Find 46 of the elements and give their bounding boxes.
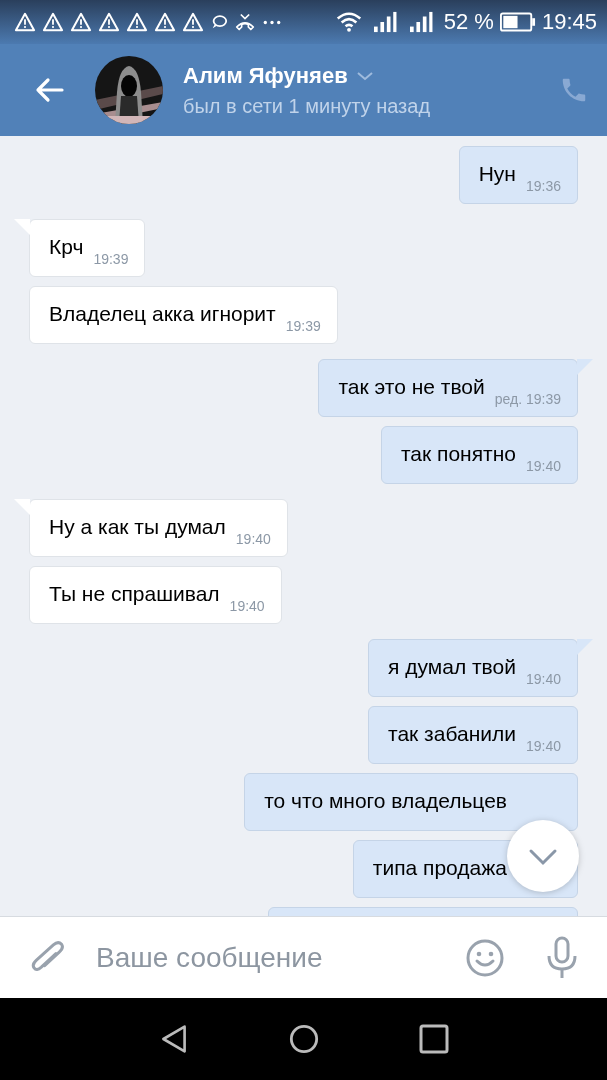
battery-percentage: 52 % [443, 9, 494, 35]
battery-icon [499, 11, 536, 33]
message-time: 19:39 [93, 251, 129, 267]
warning-icon [42, 12, 64, 32]
message-text: так забанили [388, 721, 516, 747]
message-time: 19:40 [229, 598, 265, 614]
message-text: Ты не спрашивал [49, 581, 220, 607]
chat-bubble-icon [210, 13, 228, 31]
message-text: типа продажа [372, 855, 507, 881]
message-time: 19:40 [525, 671, 561, 687]
warning-icon [126, 12, 148, 32]
wifi-icon [335, 11, 362, 33]
message-text: так это не твой [338, 374, 485, 400]
message-text: так понятно [400, 441, 516, 467]
message-text: я думал твой [388, 654, 516, 680]
message-text: Нун [478, 161, 516, 187]
last-seen-status: был в сети 1 минуту назад [183, 94, 432, 118]
signal-icon [371, 11, 398, 33]
message-time: 19:36 [525, 178, 561, 194]
chevron-down-icon[interactable] [355, 70, 374, 81]
warning-icon [182, 12, 204, 32]
clock: 19:45 [541, 9, 597, 35]
signal-icon [407, 11, 434, 33]
warning-icon [70, 12, 92, 32]
more-icon [262, 19, 282, 25]
warning-icon [98, 12, 120, 32]
message-time: 19:39 [285, 318, 321, 334]
message-text: Ну а как ты думал [49, 514, 226, 540]
microphone-icon[interactable] [545, 935, 579, 980]
message-time: 19:40 [235, 531, 271, 547]
recent-apps-icon[interactable] [418, 1024, 449, 1054]
message-text: Владелец акка игнорит [49, 301, 276, 327]
warning-icon [14, 12, 36, 32]
contact-name[interactable]: Алим Яфуняев [183, 62, 348, 89]
message-text: Крч [49, 234, 84, 260]
message-time: 19:40 [525, 738, 561, 754]
home-icon[interactable] [288, 1024, 319, 1054]
message-time: ред. 19:39 [494, 391, 561, 407]
back-arrow-icon[interactable] [34, 77, 64, 103]
message-time: 19:40 [525, 458, 561, 474]
emoji-icon[interactable] [465, 937, 505, 978]
message-input-field[interactable]: Ваше сообщение [94, 940, 429, 975]
missed-call-icon [234, 12, 256, 32]
warning-icon [154, 12, 176, 32]
message-text: то что много владельцев [264, 788, 507, 814]
scroll-down-button[interactable] [505, 818, 581, 894]
